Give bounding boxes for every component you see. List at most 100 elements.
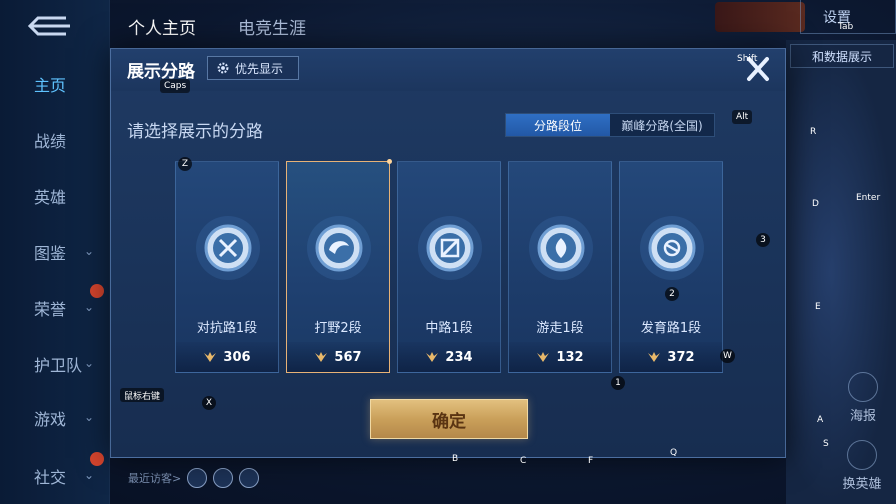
key-hint-z: Z [178,157,192,171]
sidebar-item-guard[interactable]: 护卫队 ⌄ [0,344,110,384]
visitor-avatar[interactable] [187,468,208,488]
vip-badge[interactable] [715,2,805,32]
key-hint-r: R [810,127,817,137]
lane-score-value: 567 [334,349,362,365]
tab-peak-lane-national[interactable]: 巅峰分路(全国) [610,114,714,136]
sidebar-item-label: 图鉴 [34,244,67,263]
key-hint-e: E [815,302,821,312]
key-hint-b: B [452,454,459,464]
rank-badge-icon [648,352,661,362]
data-display-button[interactable]: 和数据展示 [790,44,894,68]
sidebar-item-heroes[interactable]: 英雄 [0,176,110,216]
hero-showcase-panel [786,40,896,504]
key-hint-alt: Alt [732,110,753,124]
top-tabs: 个人主页 电竞生涯 [128,14,306,39]
clash-lane-icon [196,216,260,280]
notification-badge [90,452,104,466]
lane-score: 567 [287,342,389,372]
lane-rank-label: 中路1段 [425,321,473,336]
sidebar-item-label: 战绩 [34,132,67,151]
sidebar-item-label: 社交 [34,468,67,487]
key-hint-tab: Tab [838,22,854,32]
key-hint-a: A [817,415,824,425]
sidebar-item-codex[interactable]: 图鉴 ⌄ [0,232,110,272]
key-hint-c: C [520,456,527,466]
lane-score-value: 234 [445,349,473,365]
lane-type-toggle: 分路段位 巅峰分路(全国) [505,113,715,137]
priority-display-label: 优先显示 [235,61,284,76]
rank-badge-icon [204,352,217,362]
sidebar-item-label: 英雄 [34,188,67,207]
tab-esports-career[interactable]: 电竞生涯 [238,14,306,39]
notification-badge [90,284,104,298]
recent-visitors[interactable]: 最近访客> [128,468,260,488]
back-arrow-icon[interactable] [22,12,78,40]
lane-card-roam[interactable]: 游走1段 132 [508,161,612,373]
lane-card-clash[interactable]: 对抗路1段 306 [175,161,279,373]
key-hint-mouse-right: 鼠标右键 [120,388,165,402]
sidebar-item-label: 游戏 [34,410,67,429]
recent-visitors-label: 最近访客> [128,472,182,485]
tab-profile[interactable]: 个人主页 [128,14,196,39]
key-hint-w: W [720,349,735,363]
swap-hero-button[interactable]: 换英雄 [832,440,892,496]
chevron-down-icon: ⌄ [84,300,95,314]
key-hint-d: D [812,199,819,209]
sidebar-item-home[interactable]: 主页 [0,64,110,104]
mid-lane-icon [418,216,482,280]
lane-rank-label: 发育路1段 [640,321,702,336]
key-hint-f: F [588,456,594,466]
lane-score: 372 [620,342,722,372]
jungle-icon [307,216,371,280]
sidebar-item-game[interactable]: 游戏 ⌄ [0,398,110,438]
chevron-down-icon: ⌄ [84,244,95,258]
tab-lane-rank[interactable]: 分路段位 [506,114,610,136]
chevron-down-icon: ⌄ [84,356,95,370]
poster-icon [848,372,878,402]
lane-card-farm[interactable]: 发育路1段 372 [619,161,723,373]
key-hint-2: 2 [665,287,679,301]
poster-button[interactable]: 海报 [838,372,888,426]
gear-icon [217,62,229,74]
chevron-down-icon: ⌄ [84,468,95,482]
dialog-subtitle: 请选择展示的分路 [127,122,263,142]
visitor-avatar[interactable] [213,468,234,488]
sidebar-item-label: 荣誉 [34,300,67,319]
key-hint-x: X [202,396,216,410]
roam-icon [529,216,593,280]
lane-rank-label: 打野2段 [314,321,362,336]
rank-badge-icon [315,352,328,362]
key-hint-3: 3 [756,233,770,247]
lane-score-value: 132 [556,349,584,365]
lane-score: 306 [176,342,278,372]
key-hint-enter: Enter [856,193,881,203]
swap-hero-label: 换英雄 [842,477,882,492]
key-hint-shift: Shift [737,54,758,64]
lane-score-value: 372 [667,349,695,365]
lane-card-mid[interactable]: 中路1段 234 [397,161,501,373]
lane-score: 234 [398,342,500,372]
rank-badge-icon [537,352,550,362]
key-hint-1: 1 [611,376,625,390]
poster-label: 海报 [849,409,876,424]
chevron-down-icon: ⌄ [84,410,95,424]
lane-rank-label: 对抗路1段 [196,321,258,336]
lane-card-list: 对抗路1段 306 打野2段 567 中路1段 234 游走1段 132 发育路… [175,159,723,373]
confirm-button[interactable]: 确定 [370,399,528,439]
data-display-label: 和数据展示 [811,49,872,64]
key-hint-s: S [823,439,829,449]
key-hint-q: Q [670,448,678,458]
priority-display-button[interactable]: 优先显示 [207,56,299,80]
visitor-avatar[interactable] [239,468,260,488]
lane-score-value: 306 [223,349,251,365]
sidebar-item-record[interactable]: 战绩 [0,120,110,160]
rank-badge-icon [426,352,439,362]
lane-card-jungle[interactable]: 打野2段 567 [286,159,392,373]
lane-rank-label: 游走1段 [536,321,584,336]
swap-hero-icon [847,440,877,470]
farm-lane-icon [640,216,704,280]
lane-score: 132 [509,342,611,372]
key-hint-caps: Caps [160,79,191,93]
sidebar-item-label: 主页 [34,76,67,95]
sidebar-item-label: 护卫队 [34,356,83,375]
